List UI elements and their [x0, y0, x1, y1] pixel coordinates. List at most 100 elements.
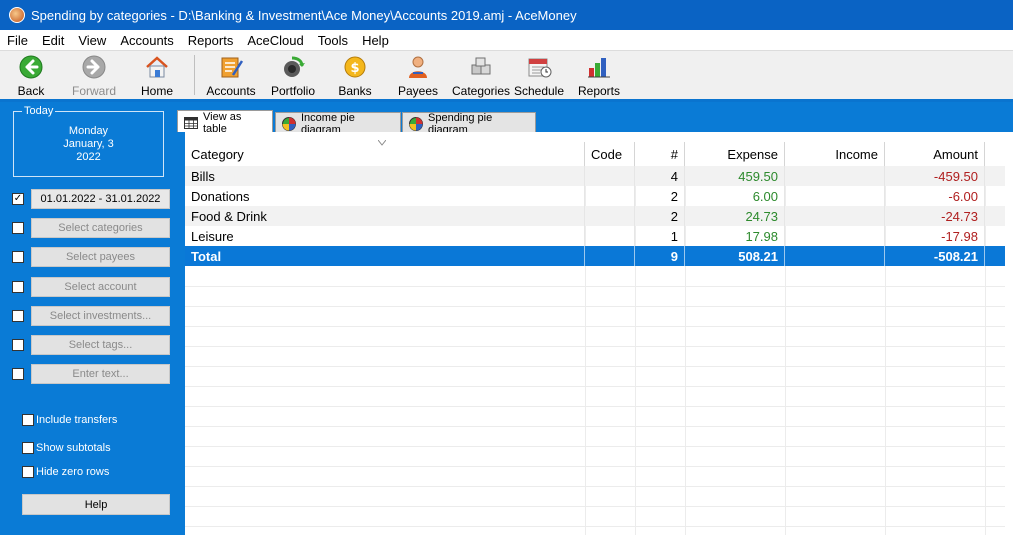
row-amount: -459.50 — [885, 166, 985, 186]
tab-view-as-table[interactable]: View as table — [177, 110, 273, 135]
menu-view[interactable]: View — [71, 33, 113, 48]
svg-text:$: $ — [350, 61, 359, 76]
home-label: Home — [140, 84, 173, 98]
reports-label: Reports — [577, 84, 621, 98]
accounts-button[interactable]: Accounts — [201, 51, 261, 99]
column-header-code[interactable]: Code — [585, 142, 635, 166]
menu-acecloud[interactable]: AceCloud — [240, 33, 310, 48]
total-code — [585, 246, 635, 266]
select-account-button[interactable]: Select account — [31, 277, 170, 297]
select-investments-button[interactable]: Select investments... — [31, 306, 170, 326]
account-filter-row: Select account — [12, 277, 172, 297]
tab-spending-pie-diagram[interactable]: Spending pie diagram — [402, 112, 536, 136]
menu-help[interactable]: Help — [355, 33, 396, 48]
total-row[interactable]: Total 9 508.21 -508.21 — [185, 246, 1005, 266]
view-tabs: View as table Income pie diagram Spendin… — [175, 102, 1013, 136]
schedule-button[interactable]: Schedule — [511, 51, 567, 99]
include-transfers-option[interactable]: Include transfers — [22, 412, 117, 428]
today-date: Monday January, 3 2022 — [14, 125, 163, 164]
back-button[interactable]: Back — [0, 51, 62, 99]
menu-reports[interactable]: Reports — [181, 33, 241, 48]
show-subtotals-checkbox[interactable] — [22, 442, 34, 454]
today-day: January, 3 — [63, 138, 114, 150]
grid-line — [185, 406, 1005, 407]
portfolio-icon — [280, 55, 306, 79]
row-category: Donations — [185, 186, 585, 206]
title-bar: Spending by categories - D:\Banking & In… — [0, 0, 1013, 30]
payees-button[interactable]: Payees — [385, 51, 451, 99]
accounts-label: Accounts — [206, 84, 256, 98]
enter-text-button[interactable]: Enter text... — [31, 364, 170, 384]
today-label: Today — [22, 105, 56, 117]
grid-line — [185, 486, 1005, 487]
row-count: 1 — [635, 226, 685, 246]
show-subtotals-label: Show subtotals — [36, 442, 111, 454]
select-payees-button[interactable]: Select payees — [31, 247, 170, 267]
payees-filter-checkbox[interactable] — [12, 251, 24, 263]
payees-filter-row: Select payees — [12, 247, 172, 267]
hide-zero-rows-option[interactable]: Hide zero rows — [22, 464, 109, 480]
grid-line — [185, 426, 1005, 427]
account-filter-checkbox[interactable] — [12, 281, 24, 293]
reports-button[interactable]: Reports — [567, 51, 631, 99]
select-categories-button[interactable]: Select categories — [31, 218, 170, 238]
menu-tools[interactable]: Tools — [311, 33, 355, 48]
grid-line — [185, 366, 1005, 367]
portfolio-button[interactable]: Portfolio — [261, 51, 325, 99]
categories-button[interactable]: Categories — [451, 51, 511, 99]
acemoney-app-icon[interactable] — [9, 7, 25, 23]
table-row[interactable]: Donations 2 6.00 -6.00 — [185, 186, 1005, 206]
table-icon — [184, 116, 198, 129]
column-header-count[interactable]: # — [635, 142, 685, 166]
table-header: Category Code # Expense Income Amount — [185, 140, 1005, 166]
today-year: 2022 — [76, 151, 101, 163]
grid-line — [185, 506, 1005, 507]
toolbar: Back Forward Home Accounts Portfolio $ B… — [0, 50, 1013, 99]
categories-filter-checkbox[interactable] — [12, 222, 24, 234]
date-range-button[interactable]: 01.01.2022 - 31.01.2022 — [31, 189, 170, 209]
row-amount: -24.73 — [885, 206, 985, 226]
tab-income-pie-diagram[interactable]: Income pie diagram — [275, 112, 401, 136]
row-amount: -6.00 — [885, 186, 985, 206]
table-row[interactable]: Leisure 1 17.98 -17.98 — [185, 226, 1005, 246]
column-header-expense[interactable]: Expense — [685, 142, 785, 166]
menu-file[interactable]: File — [0, 33, 35, 48]
menu-edit[interactable]: Edit — [35, 33, 71, 48]
text-filter-checkbox[interactable] — [12, 368, 24, 380]
column-header-income[interactable]: Income — [785, 142, 885, 166]
pie-chart-icon — [282, 116, 296, 131]
forward-label: Forward — [71, 84, 116, 98]
row-expense: 24.73 — [685, 206, 785, 226]
banks-button[interactable]: $ Banks — [325, 51, 385, 99]
row-income — [785, 226, 885, 246]
back-arrow-icon — [18, 55, 44, 79]
table-row[interactable]: Bills 4 459.50 -459.50 — [185, 166, 1005, 186]
total-amount: -508.21 — [885, 246, 985, 266]
row-expense: 6.00 — [685, 186, 785, 206]
row-income — [785, 206, 885, 226]
back-label: Back — [17, 84, 45, 98]
investments-filter-checkbox[interactable] — [12, 310, 24, 322]
text-filter-row: Enter text... — [12, 364, 172, 384]
forward-button[interactable]: Forward — [62, 51, 126, 99]
reports-chart-icon — [586, 55, 612, 79]
row-count: 2 — [635, 186, 685, 206]
select-tags-button[interactable]: Select tags... — [31, 335, 170, 355]
column-header-category[interactable]: Category — [185, 142, 585, 166]
row-code — [585, 226, 635, 246]
grid-line — [185, 306, 1005, 307]
menu-accounts[interactable]: Accounts — [113, 33, 180, 48]
tags-filter-checkbox[interactable] — [12, 339, 24, 351]
home-button[interactable]: Home — [126, 51, 188, 99]
hide-zero-rows-checkbox[interactable] — [22, 466, 34, 478]
today-box[interactable]: Today Monday January, 3 2022 — [13, 105, 164, 177]
include-transfers-checkbox[interactable] — [22, 414, 34, 426]
filter-sidebar: Today Monday January, 3 2022 ✓ 01.01.202… — [0, 102, 175, 535]
categories-filter-row: Select categories — [12, 218, 172, 238]
help-button[interactable]: Help — [22, 494, 170, 515]
date-range-checkbox[interactable]: ✓ — [12, 193, 24, 205]
table-row[interactable]: Food & Drink 2 24.73 -24.73 — [185, 206, 1005, 226]
show-subtotals-option[interactable]: Show subtotals — [22, 440, 111, 456]
column-header-amount[interactable]: Amount — [885, 142, 985, 166]
row-category: Leisure — [185, 226, 585, 246]
